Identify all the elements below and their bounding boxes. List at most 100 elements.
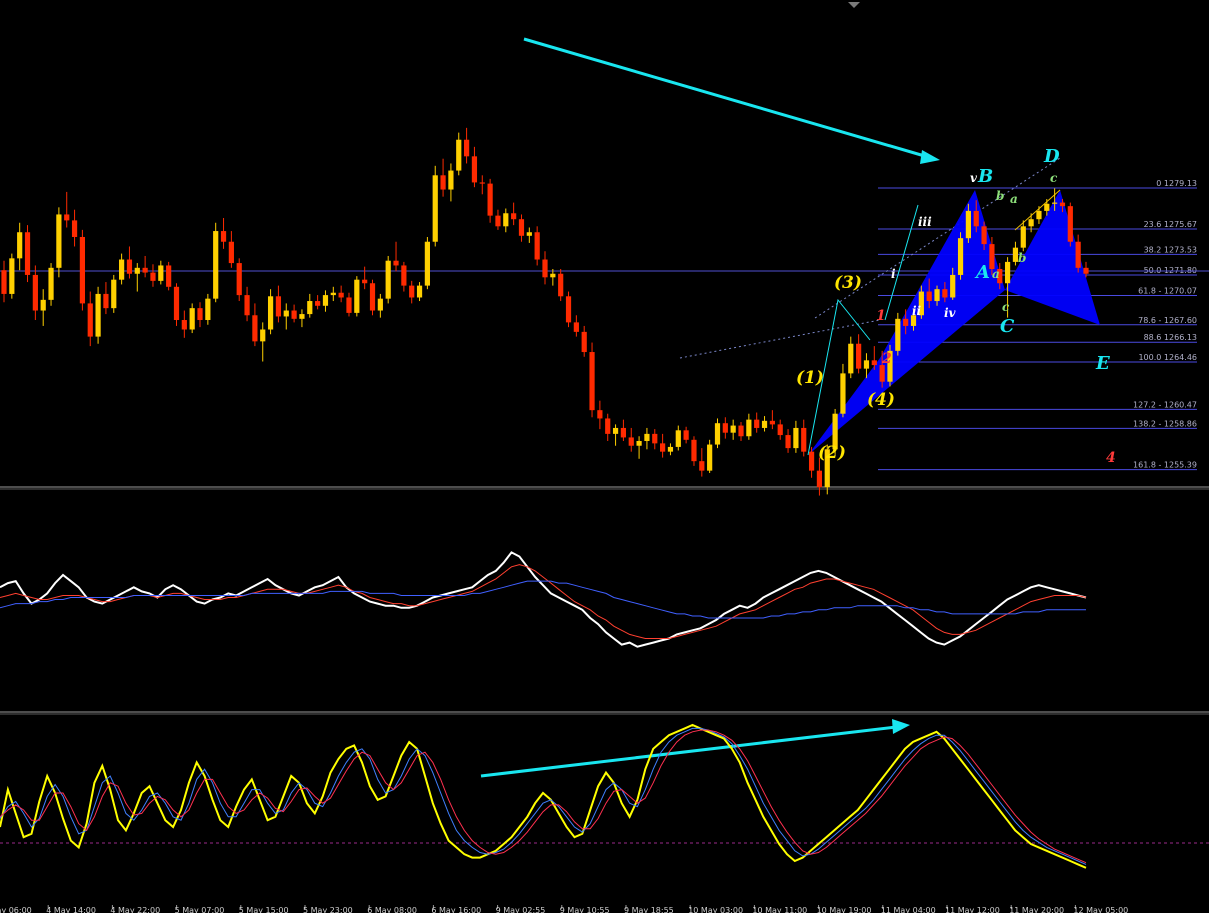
candle (409, 280, 415, 304)
time-tick-label: 11 May 20:00 (1009, 906, 1064, 913)
candle (24, 225, 31, 283)
wave-label-b-lower: b (996, 189, 1004, 203)
candle (40, 289, 46, 326)
candle (260, 322, 266, 362)
candle (119, 253, 125, 285)
candle (330, 286, 336, 302)
candle (605, 413, 611, 441)
candle (440, 158, 446, 197)
fib-label-7: 100.0 1264.46 (1138, 353, 1197, 362)
candle (769, 410, 775, 430)
candle (652, 429, 658, 450)
candle (267, 289, 274, 335)
candle (48, 263, 54, 306)
candle (495, 209, 501, 230)
wave-label-c-lower: c (1002, 300, 1010, 314)
time-tick-label: 11 May 04:00 (881, 906, 936, 913)
indicator-2-lines (0, 723, 1087, 869)
candle (424, 236, 430, 290)
candle (87, 291, 93, 347)
fib-label-1: 23.6 1275.67 (1144, 220, 1197, 229)
candle (448, 163, 454, 202)
candle (793, 420, 799, 453)
candle (166, 261, 172, 291)
fib-label-10: 161.8 - 1255.39 (1133, 461, 1197, 470)
time-tick-label: 9 May 02:55 (496, 906, 546, 913)
wave-label-b-upper: b (1018, 251, 1026, 265)
candle (785, 429, 791, 453)
candle (220, 218, 227, 249)
chart-shift-marker[interactable] (848, 2, 860, 8)
candle (158, 260, 164, 285)
candle (644, 427, 650, 450)
candle (205, 293, 211, 325)
candle (675, 425, 681, 451)
wave-label-c-upper: c (1050, 171, 1058, 185)
time-tick-label: 6 May 08:00 (367, 906, 417, 913)
candle (777, 419, 783, 440)
candle (612, 424, 619, 446)
candle (150, 264, 156, 287)
time-tick-label: 9 May 10:55 (560, 906, 610, 913)
harmonic-label-E: E (1095, 353, 1110, 374)
candle (181, 310, 187, 338)
candle (738, 422, 744, 441)
harmonic-label-C: C (1000, 316, 1015, 337)
candle (362, 266, 368, 290)
time-tick-label: 5 May 15:00 (239, 906, 289, 913)
candle (573, 315, 579, 337)
indicator-1-series-0 (0, 551, 1087, 648)
candle (534, 226, 540, 266)
candle (463, 127, 470, 164)
chart-canvas: 0 1279.13 23.6 1275.67 38.2 1273.53 50.0 12… (0, 2, 1209, 913)
candle (511, 202, 517, 226)
candle (197, 302, 203, 328)
candle (667, 443, 674, 456)
candle (338, 285, 344, 303)
indicator-2-series-0 (0, 723, 1087, 869)
candle (581, 325, 587, 357)
wave-label-red-2: 2 (881, 351, 892, 367)
candle (856, 334, 862, 374)
candle (377, 293, 383, 318)
candle (354, 276, 360, 317)
candle (244, 286, 250, 322)
wave-label-v: v (970, 171, 978, 185)
candle (683, 426, 689, 444)
indicator-1-lines (0, 551, 1087, 648)
candle (565, 291, 572, 328)
candle (189, 303, 195, 334)
candle (275, 285, 282, 323)
candle (801, 419, 807, 457)
candle (142, 255, 148, 278)
fib-label-2: 38.2 1273.53 (1144, 245, 1197, 254)
time-tick-label: 4 May 22:00 (110, 906, 160, 913)
candle (315, 295, 321, 310)
candle (228, 231, 234, 268)
candle (471, 146, 478, 188)
candle (456, 132, 462, 176)
candle (1, 260, 7, 303)
candle (1067, 202, 1073, 247)
candle (95, 286, 101, 344)
candle (816, 457, 823, 496)
candle (957, 232, 964, 280)
candle (1075, 234, 1081, 273)
candle (79, 229, 86, 311)
candle (589, 342, 595, 418)
time-tick-label: 5 May 07:00 (175, 906, 225, 913)
wave-label-red-1: 1 (876, 308, 886, 324)
candle (487, 178, 493, 223)
candle (558, 269, 564, 302)
wave-label-ii: ii (912, 304, 922, 318)
time-tick-label: 11 May 12:00 (945, 906, 1000, 913)
candle (1036, 206, 1042, 224)
candle (9, 253, 15, 299)
candle (526, 227, 532, 243)
candle (17, 222, 23, 271)
candle (307, 293, 313, 318)
candle (746, 413, 752, 440)
candle (542, 251, 548, 285)
candle (173, 283, 180, 326)
indicator-2-series-1 (0, 727, 1087, 865)
